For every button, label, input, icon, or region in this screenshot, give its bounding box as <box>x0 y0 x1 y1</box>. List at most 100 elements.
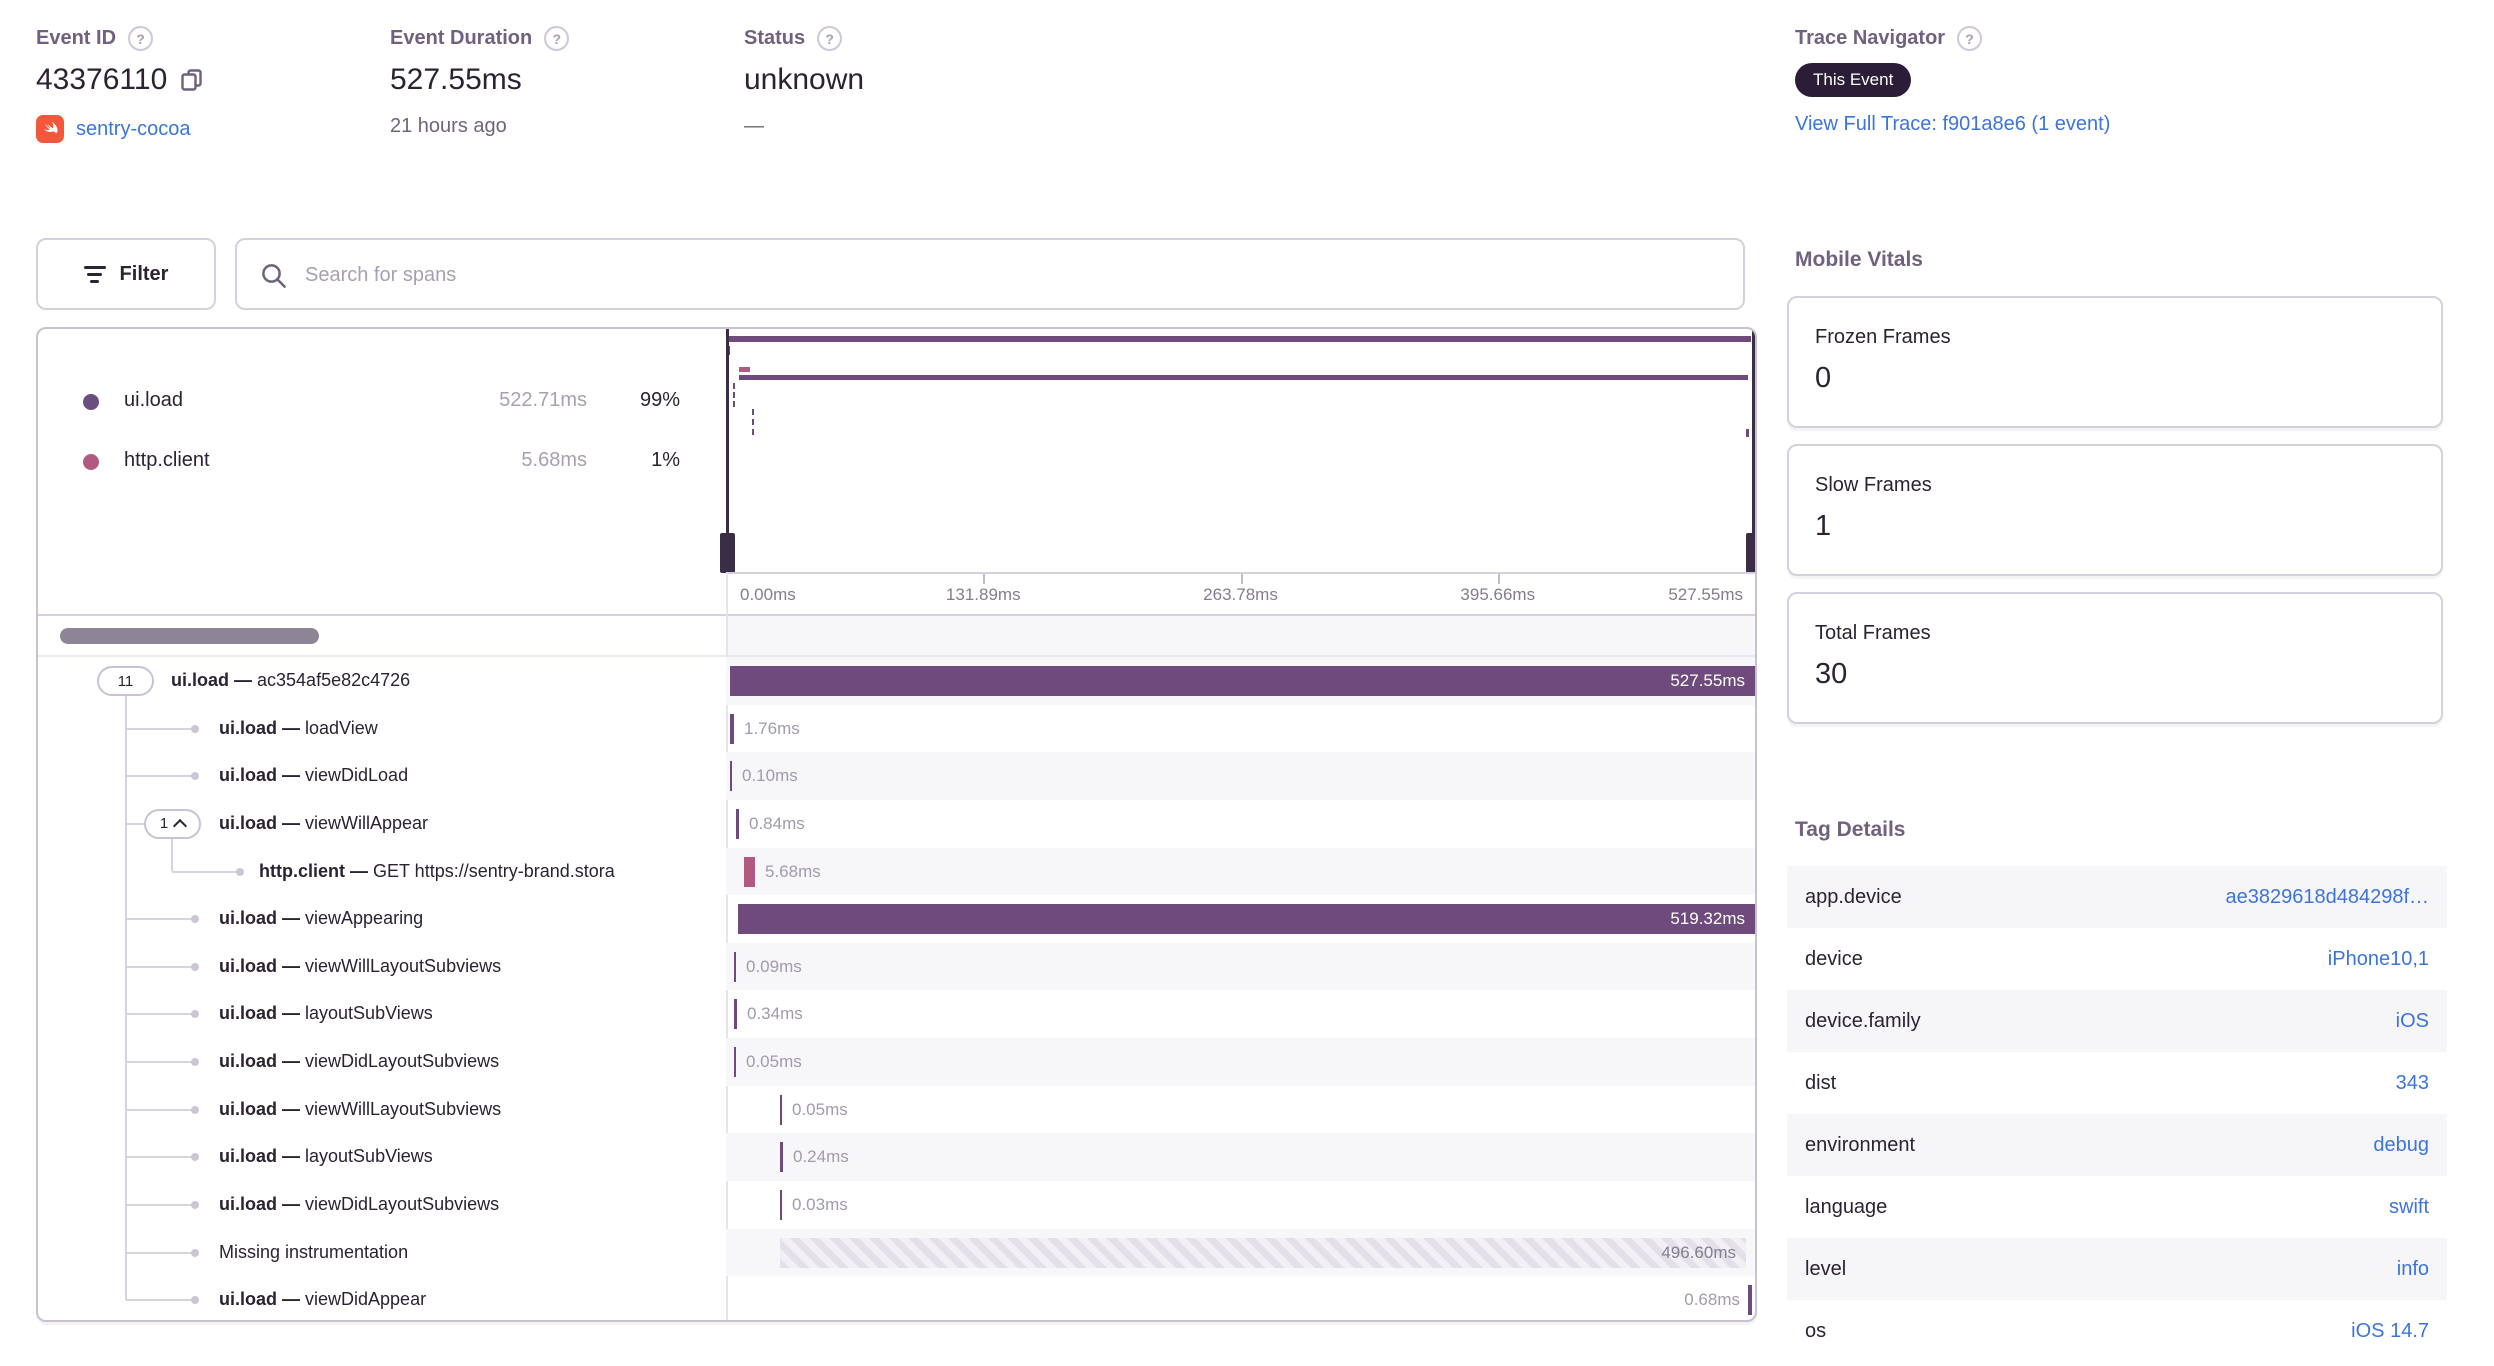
tree-connector <box>126 1061 195 1063</box>
minimap-left-handle[interactable] <box>720 329 735 573</box>
span-count-badge[interactable]: 1 <box>144 808 201 839</box>
tree-dot <box>191 1010 199 1019</box>
tag-value-link[interactable]: ae3829618d484298f… <box>2225 866 2429 928</box>
tree-dot <box>191 915 199 924</box>
span-tree-row[interactable]: ui.load — layoutSubViews 0.24ms <box>38 1133 1755 1181</box>
span-tree-row[interactable]: ui.load — viewDidLayoutSubviews 0.05ms <box>38 1038 1755 1086</box>
search-input[interactable] <box>303 240 1727 310</box>
horizontal-scrollbar[interactable] <box>60 628 319 644</box>
span-bar[interactable] <box>734 1047 736 1077</box>
span-bar[interactable] <box>780 1094 782 1125</box>
tree-dot <box>191 772 199 781</box>
span-duration: 0.05ms <box>792 1099 848 1119</box>
help-icon[interactable]: ? <box>128 26 154 51</box>
event-id-label-row: Event ID ? <box>36 26 203 51</box>
op-percentage: 1% <box>651 449 680 471</box>
help-icon[interactable]: ? <box>817 26 843 51</box>
span-tree-row[interactable]: Missing instrumentation 496.60ms <box>38 1228 1755 1277</box>
tag-row: environment debug <box>1787 1114 2447 1176</box>
vital-value: 1 <box>1815 510 1832 542</box>
span-duration: 0.03ms <box>792 1194 848 1214</box>
op-color-dot <box>83 394 99 410</box>
span-bar[interactable] <box>730 761 732 792</box>
tag-value-link[interactable]: debug <box>2373 1114 2429 1176</box>
event-id-block: Event ID ? 43376110 sentry-cocoa <box>36 26 203 143</box>
vital-label: Total Frames <box>1815 622 1931 644</box>
this-event-badge: This Event <box>1795 63 1912 97</box>
span-duration: 0.05ms <box>746 1052 802 1071</box>
search-icon <box>262 264 286 288</box>
tree-connector <box>172 870 240 873</box>
vital-label: Frozen Frames <box>1815 326 1951 348</box>
ruler-tick-label: 131.89ms <box>945 585 1021 604</box>
tag-key: os <box>1805 1320 1827 1342</box>
trace-minimap[interactable] <box>720 329 1755 573</box>
span-duration: 0.24ms <box>793 1147 849 1167</box>
span-tree-row[interactable]: ui.load — viewDidLoad 0.10ms <box>38 752 1755 800</box>
tag-value-link[interactable]: swift <box>2389 1176 2429 1238</box>
span-bar[interactable] <box>730 713 734 744</box>
ruler-tick-label: 527.55ms <box>1668 585 1743 604</box>
span-duration: 0.34ms <box>747 1004 803 1024</box>
span-bar[interactable] <box>734 999 737 1030</box>
tag-row: device.family iOS <box>1787 990 2447 1052</box>
project-link[interactable]: sentry-cocoa <box>76 118 191 141</box>
span-bar[interactable] <box>1748 1285 1752 1316</box>
span-tree-row[interactable]: 1 ui.load — viewWillAppear 0.84ms <box>38 799 1755 848</box>
span-tree-row[interactable]: ui.load — loadView 1.76ms <box>38 704 1755 753</box>
op-duration: 5.68ms <box>521 449 587 471</box>
view-full-trace-link[interactable]: View Full Trace: f901a8e6 (1 event) <box>1795 113 2110 135</box>
filter-icon <box>83 265 106 283</box>
tag-key: language <box>1805 1196 1888 1218</box>
span-duration: 5.68ms <box>765 861 821 881</box>
tree-dot <box>191 1058 199 1066</box>
tree-connector <box>126 775 195 778</box>
span-count-badge[interactable]: 11 <box>97 666 154 696</box>
span-search <box>235 238 1745 310</box>
tree-scrollbar-row <box>38 616 1755 657</box>
trace-navigator-block: Trace Navigator ? This Event View Full T… <box>1795 26 2110 136</box>
span-bar[interactable] <box>730 666 1755 696</box>
tag-value-link[interactable]: iOS 14.7 <box>2351 1300 2429 1362</box>
help-icon[interactable]: ? <box>544 26 570 51</box>
span-tree-row[interactable]: 11 ui.load — ac354af5e82c4726 527.55ms <box>38 657 1755 705</box>
span-bar[interactable] <box>780 1237 1746 1268</box>
mobile-vitals-title: Mobile Vitals <box>1795 248 1923 271</box>
span-tree-row[interactable]: ui.load — viewWillLayoutSubviews 0.05ms <box>38 1085 1755 1134</box>
op-legend: ui.load 522.71ms 99% http.client 5.68ms … <box>38 329 726 572</box>
tree-dot <box>236 867 244 876</box>
status-value: unknown <box>744 63 865 96</box>
help-icon[interactable]: ? <box>1957 26 1983 51</box>
filter-button-label: Filter <box>119 262 169 285</box>
tag-row: app.device ae3829618d484298f… <box>1787 866 2447 928</box>
span-bar[interactable] <box>780 1189 782 1220</box>
tag-key: level <box>1805 1258 1847 1280</box>
span-duration: 496.60ms <box>1661 1242 1736 1262</box>
filter-button[interactable]: Filter <box>36 238 216 310</box>
span-tree-row[interactable]: http.client — GET https://sentry-brand.s… <box>38 847 1755 896</box>
vital-value: 0 <box>1815 362 1832 394</box>
legend-item[interactable]: http.client 5.68ms 1% <box>38 445 726 479</box>
tree-dot <box>191 1248 199 1257</box>
copy-icon[interactable] <box>181 68 203 92</box>
minimap-right-handle[interactable] <box>1746 329 1755 573</box>
minimap-span-marks <box>752 409 754 435</box>
span-tree-row[interactable]: ui.load — viewDidAppear 0.68ms <box>38 1276 1755 1320</box>
span-bar[interactable] <box>736 808 739 839</box>
span-bar[interactable] <box>738 904 1755 935</box>
tag-value-link[interactable]: iOS <box>2396 990 2429 1052</box>
span-tree-row[interactable]: ui.load — layoutSubViews 0.34ms <box>38 990 1755 1038</box>
span-bar[interactable] <box>734 951 736 982</box>
span-duration: 0.09ms <box>746 956 802 976</box>
span-bar[interactable] <box>744 856 755 887</box>
legend-item[interactable]: ui.load 522.71ms 99% <box>38 385 726 419</box>
span-tree-row[interactable]: ui.load — viewDidLayoutSubviews 0.03ms <box>38 1180 1755 1229</box>
span-bar[interactable] <box>780 1142 783 1173</box>
tag-value-link[interactable]: iPhone10,1 <box>2328 928 2429 990</box>
span-duration: 0.68ms <box>1684 1290 1740 1310</box>
tag-value-link[interactable]: info <box>2397 1238 2429 1300</box>
span-tree-row[interactable]: ui.load — viewWillLayoutSubviews 0.09ms <box>38 942 1755 991</box>
tag-value-link[interactable]: 343 <box>2396 1052 2429 1114</box>
span-tree-row[interactable]: ui.load — viewAppearing 519.32ms <box>38 895 1755 943</box>
span-duration: 0.10ms <box>742 766 798 786</box>
